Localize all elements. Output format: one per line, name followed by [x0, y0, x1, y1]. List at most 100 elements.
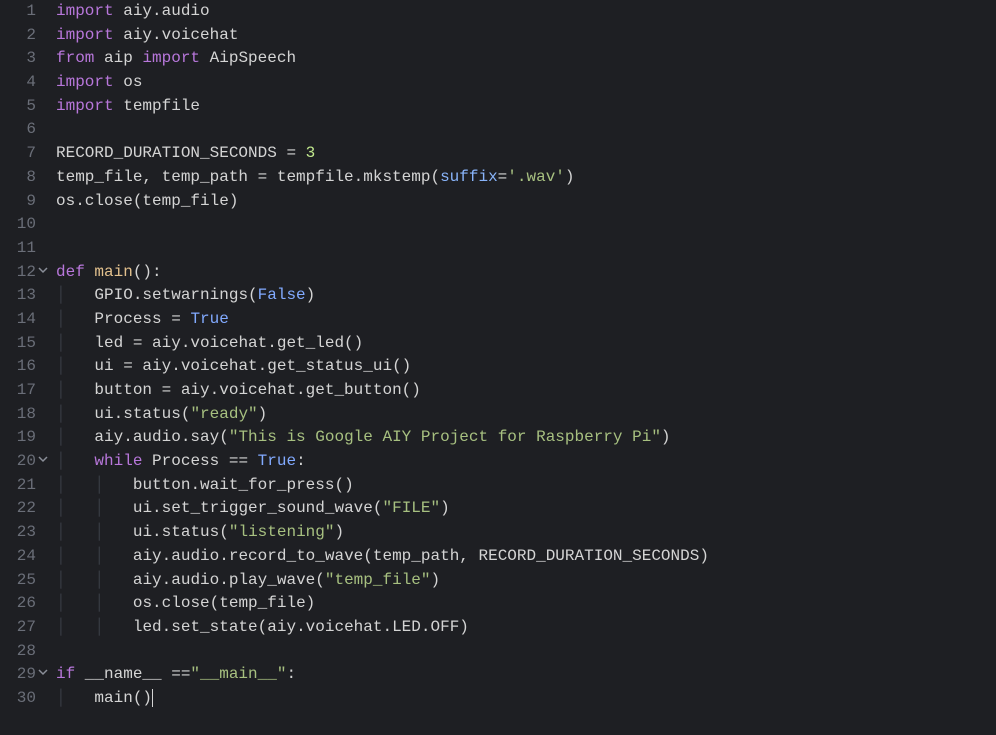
line-number: 24 [0, 545, 36, 569]
token: aiy.audio [114, 2, 210, 20]
code-line[interactable]: 12def main(): [0, 261, 996, 285]
code-line[interactable]: 24 │ │ aiy.audio.record_to_wave(temp_path… [0, 545, 996, 569]
code-content[interactable]: │ ui = aiy.voicehat.get_status_ui() [50, 355, 411, 379]
token: if [56, 665, 75, 683]
token: │ button = aiy.voicehat.get_button() [56, 381, 421, 399]
token: │ GPIO.setwarnings( [56, 286, 258, 304]
code-line[interactable]: 27 │ │ led.set_state(aiy.voicehat.LED.OFF… [0, 616, 996, 640]
code-content[interactable]: │ aiy.audio.say("This is Google AIY Proj… [50, 426, 671, 450]
code-line[interactable]: 3 from aip import AipSpeech [0, 47, 996, 71]
code-line[interactable]: 7RECORD_DURATION_SECONDS = 3 [0, 142, 996, 166]
code-line[interactable]: 5import tempfile [0, 95, 996, 119]
code-content[interactable]: │ │ ui.set_trigger_sound_wave("FILE") [50, 497, 450, 521]
token: __name__ == [75, 665, 190, 683]
line-number: 27 [0, 616, 36, 640]
code-content[interactable]: import os [50, 71, 142, 95]
code-content[interactable]: │ while Process == True: [50, 450, 306, 474]
code-content[interactable] [50, 237, 56, 261]
token: ) [440, 499, 450, 517]
line-number: 25 [0, 569, 36, 593]
code-content[interactable]: │ GPIO.setwarnings(False) [50, 284, 315, 308]
token: ) [306, 286, 316, 304]
fold-chevron-icon[interactable] [36, 663, 50, 687]
token: │ main() [56, 689, 152, 707]
code-content[interactable]: import tempfile [50, 95, 200, 119]
code-line[interactable]: 30│ main() [0, 687, 996, 711]
code-line[interactable]: 15│ led = aiy.voicehat.get_led() [0, 332, 996, 356]
fold-chevron-icon[interactable] [36, 261, 50, 285]
code-line[interactable]: 25 │ │ aiy.audio.play_wave("temp_file") [0, 569, 996, 593]
code-line[interactable]: 23│ │ ui.status("listening") [0, 521, 996, 545]
code-content[interactable]: │ │ os.close(temp_file) [50, 592, 315, 616]
fold-chevron-icon [36, 403, 50, 427]
code-content[interactable]: │ │ led.set_state(aiy.voicehat.LED.OFF) [50, 616, 469, 640]
fold-chevron-icon [36, 47, 50, 71]
line-number: 3 [0, 47, 36, 71]
code-content[interactable]: │ main() [50, 687, 153, 711]
code-content[interactable]: from aip import AipSpeech [50, 47, 296, 71]
code-content[interactable]: RECORD_DURATION_SECONDS = 3 [50, 142, 315, 166]
code-line[interactable]: 20│ while Process == True: [0, 450, 996, 474]
code-line[interactable]: 11 [0, 237, 996, 261]
token: Process == [142, 452, 257, 470]
fold-chevron-icon [36, 0, 50, 24]
code-line[interactable]: 29if __name__ =="__main__": [0, 663, 996, 687]
code-line[interactable]: 22 │ │ ui.set_trigger_sound_wave("FILE") [0, 497, 996, 521]
code-line[interactable]: 19│ aiy.audio.say("This is Google AIY Pr… [0, 426, 996, 450]
code-content[interactable]: │ button = aiy.voicehat.get_button() [50, 379, 421, 403]
line-number: 14 [0, 308, 36, 332]
token: RECORD_DURATION_SECONDS = [56, 144, 306, 162]
code-line[interactable]: 6 [0, 118, 996, 142]
code-line[interactable]: 16│ ui = aiy.voicehat.get_status_ui() [0, 355, 996, 379]
line-number: 22 [0, 497, 36, 521]
code-line[interactable]: 18│ ui.status("ready") [0, 403, 996, 427]
code-content[interactable]: │ ui.status("ready") [50, 403, 267, 427]
fold-chevron-icon [36, 237, 50, 261]
code-line[interactable]: 26│ │ os.close(temp_file) [0, 592, 996, 616]
token: temp_file, temp_path = tempfile.mkstemp( [56, 168, 440, 186]
code-content[interactable]: os.close(temp_file) [50, 190, 238, 214]
code-line[interactable]: 13 │ GPIO.setwarnings(False) [0, 284, 996, 308]
code-content[interactable]: │ led = aiy.voicehat.get_led() [50, 332, 363, 356]
code-line[interactable]: 14 │ Process = True [0, 308, 996, 332]
code-line[interactable]: 28 [0, 640, 996, 664]
code-line[interactable]: 17│ button = aiy.voicehat.get_button() [0, 379, 996, 403]
text-cursor [152, 689, 153, 707]
fold-chevron-icon [36, 379, 50, 403]
code-content[interactable] [50, 118, 56, 142]
token: ) [258, 405, 268, 423]
code-content[interactable]: │ │ aiy.audio.record_to_wave(temp_path, … [50, 545, 709, 569]
code-content[interactable]: temp_file, temp_path = tempfile.mkstemp(… [50, 166, 575, 190]
line-number: 13 [0, 284, 36, 308]
code-line[interactable]: 8temp_file, temp_path = tempfile.mkstemp… [0, 166, 996, 190]
code-content[interactable]: │ Process = True [50, 308, 229, 332]
token: │ │ ui.set_trigger_sound_wave( [56, 499, 382, 517]
token: main [94, 263, 132, 281]
code-line[interactable]: 4import os [0, 71, 996, 95]
code-content[interactable]: │ │ aiy.audio.play_wave("temp_file") [50, 569, 440, 593]
fold-chevron-icon [36, 616, 50, 640]
code-line[interactable]: 9os.close(temp_file) [0, 190, 996, 214]
token: 3 [306, 144, 316, 162]
code-content[interactable]: import aiy.voicehat [50, 24, 238, 48]
token: aip [94, 49, 142, 67]
code-editor[interactable]: 1import aiy.audio2import aiy.voicehat3fr… [0, 0, 996, 735]
fold-chevron-icon [36, 592, 50, 616]
token: def [56, 263, 94, 281]
code-content[interactable]: │ │ ui.status("listening") [50, 521, 344, 545]
code-content[interactable] [50, 640, 56, 664]
code-content[interactable] [50, 213, 56, 237]
code-content[interactable]: │ │ button.wait_for_press() [50, 474, 354, 498]
code-content[interactable]: def main(): [50, 261, 162, 285]
token: │ [56, 452, 94, 470]
token: : [296, 452, 306, 470]
fold-chevron-icon [36, 426, 50, 450]
code-line[interactable]: 1import aiy.audio [0, 0, 996, 24]
code-line[interactable]: 21│ │ button.wait_for_press() [0, 474, 996, 498]
code-content[interactable]: import aiy.audio [50, 0, 210, 24]
code-line[interactable]: 10 [0, 213, 996, 237]
line-number: 6 [0, 118, 36, 142]
code-line[interactable]: 2import aiy.voicehat [0, 24, 996, 48]
fold-chevron-icon[interactable] [36, 450, 50, 474]
code-content[interactable]: if __name__ =="__main__": [50, 663, 296, 687]
